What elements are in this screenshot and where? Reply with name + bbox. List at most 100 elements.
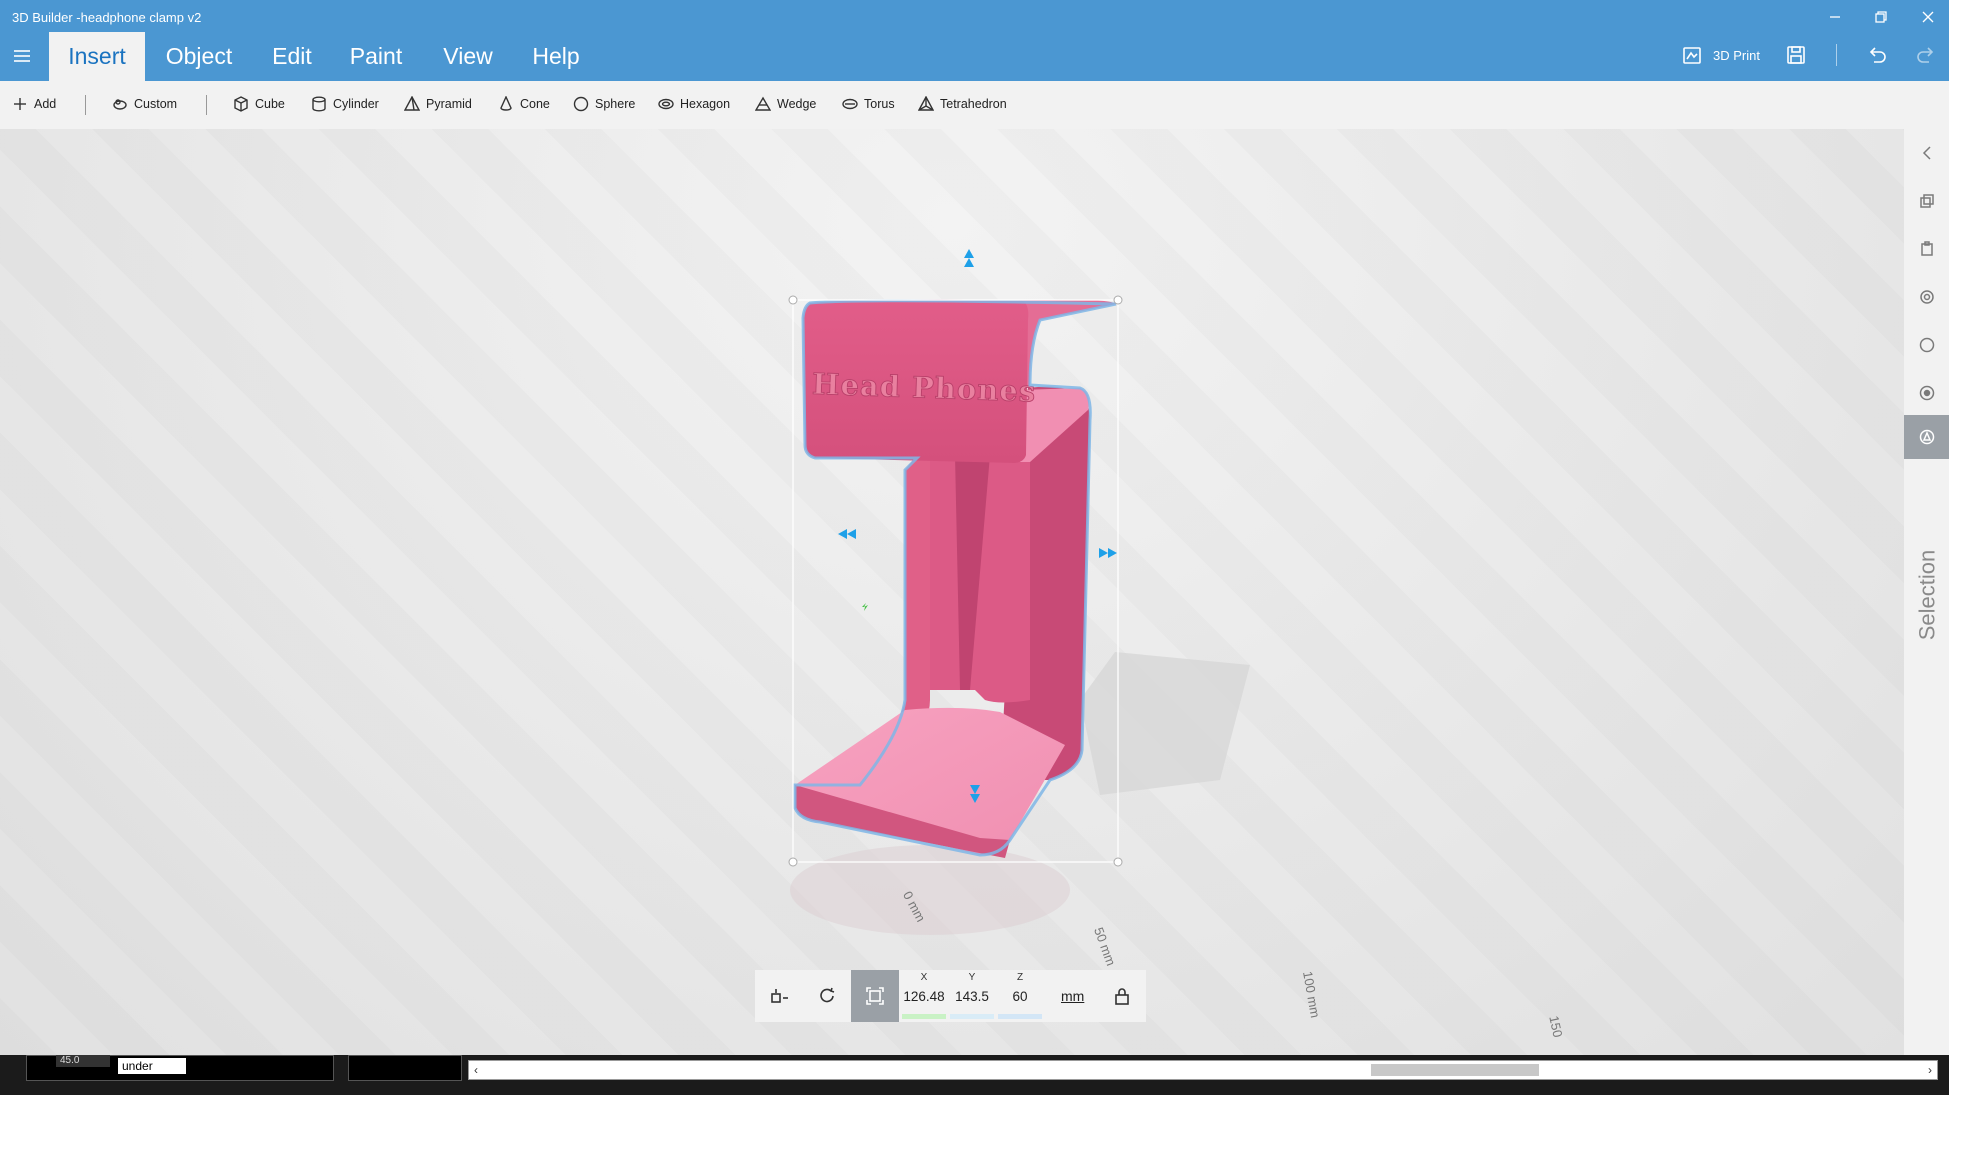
hexagon-button[interactable]: Hexagon — [658, 96, 730, 112]
group-button[interactable] — [1904, 275, 1949, 319]
y-value: 143.5 — [955, 989, 989, 1004]
add-button[interactable]: Add — [12, 96, 56, 112]
torus-icon — [842, 98, 858, 110]
undo-button[interactable] — [1866, 44, 1888, 66]
z-coordinate-field[interactable]: Z 60 — [996, 970, 1044, 1022]
sphere-button[interactable]: Sphere — [573, 96, 635, 112]
cube-button[interactable]: Cube — [233, 96, 285, 112]
move-icon — [771, 989, 788, 1003]
settings-button[interactable] — [1904, 323, 1949, 367]
tab-paint-label: Paint — [349, 43, 403, 69]
cube-label: Cube — [255, 97, 285, 111]
bbox-corner-handle[interactable] — [788, 295, 798, 305]
z-value: 60 — [1012, 989, 1028, 1004]
cone-button[interactable]: Cone — [498, 96, 550, 112]
model-reflection — [790, 845, 1070, 935]
x-axis-bar — [902, 1014, 946, 1019]
tab-help[interactable]: Help — [522, 32, 590, 81]
save-button[interactable] — [1785, 44, 1807, 66]
duplicate-button[interactable] — [1904, 179, 1949, 223]
unit-selector[interactable]: mm — [1061, 988, 1084, 1004]
x-coordinate-field[interactable]: X 126.48 — [900, 970, 948, 1022]
bbox-corner-handle[interactable] — [788, 857, 798, 867]
pyramid-button[interactable]: Pyramid — [404, 96, 472, 112]
bbox-corner-handle[interactable] — [1113, 857, 1123, 867]
group-icon — [1919, 290, 1934, 304]
tab-edit[interactable]: Edit — [260, 32, 324, 81]
restore-icon — [1875, 11, 1887, 23]
cylinder-button[interactable]: Cylinder — [311, 96, 379, 112]
bbox-corner-handle[interactable] — [1113, 295, 1123, 305]
torus-button[interactable]: Torus — [842, 96, 895, 112]
duplicate-icon — [1919, 194, 1934, 208]
scroll-right-icon[interactable]: › — [1923, 1061, 1937, 1079]
3d-viewport[interactable]: Head Phones 0 mm 50 mm 100 mm 150 — [0, 129, 1904, 1055]
lock-proportions-button[interactable] — [1098, 970, 1146, 1022]
save-icon — [1787, 46, 1805, 64]
cylinder-icon — [312, 96, 326, 112]
selection-panel-label[interactable]: Selection — [1905, 520, 1949, 670]
tab-insert-label: Insert — [68, 43, 126, 69]
x-label: X — [920, 972, 928, 983]
hexagon-label: Hexagon — [680, 97, 731, 111]
close-button[interactable] — [1913, 6, 1943, 28]
tab-help-label: Help — [532, 43, 580, 69]
custom-shape-icon — [113, 99, 127, 110]
selection-mode-button[interactable] — [1904, 415, 1949, 459]
undo-icon — [1869, 47, 1886, 63]
selection-icon — [1919, 429, 1934, 445]
lock-icon — [1115, 988, 1129, 1005]
tetrahedron-button[interactable]: Tetrahedron — [918, 96, 1007, 112]
scrollbar-thumb[interactable] — [1371, 1064, 1539, 1076]
toolbar-separator — [1836, 44, 1837, 66]
tab-insert[interactable]: Insert — [49, 32, 145, 81]
3d-print-icon — [1683, 47, 1701, 64]
cylinder-label: Cylinder — [333, 97, 379, 111]
torus-label: Torus — [864, 97, 895, 111]
move-up-handle[interactable] — [964, 249, 974, 267]
tab-edit-label: Edit — [272, 43, 312, 69]
tab-view[interactable]: View — [432, 32, 504, 81]
y-coordinate-field[interactable]: Y 143.5 — [948, 970, 996, 1022]
y-axis-bar — [950, 1014, 994, 1019]
collapse-sidebar-button[interactable] — [1904, 131, 1949, 175]
minimize-button[interactable] — [1820, 6, 1850, 28]
move-left-handle[interactable] — [838, 529, 856, 539]
hamburger-menu-icon[interactable] — [12, 48, 32, 64]
insert-toolbar: Add Custom Cube Cylinder Pyramid Cone Sp… — [0, 81, 1949, 129]
rotate-mode-button[interactable] — [803, 970, 851, 1022]
redo-button[interactable] — [1915, 44, 1937, 66]
tab-paint[interactable]: Paint — [340, 32, 412, 81]
wedge-label: Wedge — [777, 97, 817, 111]
scale-mode-button[interactable] — [851, 970, 899, 1022]
scroll-left-icon[interactable]: ‹ — [469, 1061, 483, 1079]
restore-button[interactable] — [1866, 6, 1896, 28]
3d-print-label: 3D Print — [1713, 47, 1760, 63]
scale-icon — [866, 987, 884, 1005]
angle-field[interactable]: 45.0 — [56, 1055, 110, 1067]
material-button[interactable] — [1904, 371, 1949, 415]
circle-icon — [1919, 337, 1934, 353]
move-mode-button[interactable] — [755, 970, 803, 1022]
custom-button[interactable]: Custom — [112, 96, 177, 112]
wedge-button[interactable]: Wedge — [755, 96, 816, 112]
move-right-handle[interactable] — [1099, 548, 1117, 558]
z-axis-bar — [998, 1014, 1042, 1019]
3d-print-button[interactable]: 3D Print — [1681, 44, 1760, 66]
paste-button[interactable] — [1904, 227, 1949, 271]
overlay-button-panel[interactable] — [348, 1055, 462, 1081]
toolbar-separator — [85, 95, 86, 115]
under-field[interactable]: under — [118, 1058, 186, 1074]
x-value: 126.48 — [903, 989, 945, 1004]
app-window: 3D Builder -headphone clamp v2 Insert Ob… — [0, 0, 1949, 1095]
add-label: Add — [34, 97, 57, 111]
redo-icon — [1917, 47, 1934, 63]
hexagon-icon — [658, 98, 674, 110]
close-icon — [1922, 11, 1934, 23]
tab-object[interactable]: Object — [156, 32, 242, 81]
horizontal-scrollbar[interactable]: ‹ › — [468, 1060, 1938, 1080]
transform-controls: X 126.48 Y 143.5 Z 60 mm — [755, 970, 1146, 1022]
sphere-icon — [573, 96, 589, 112]
tab-view-label: View — [443, 43, 493, 69]
plus-icon — [14, 98, 26, 110]
